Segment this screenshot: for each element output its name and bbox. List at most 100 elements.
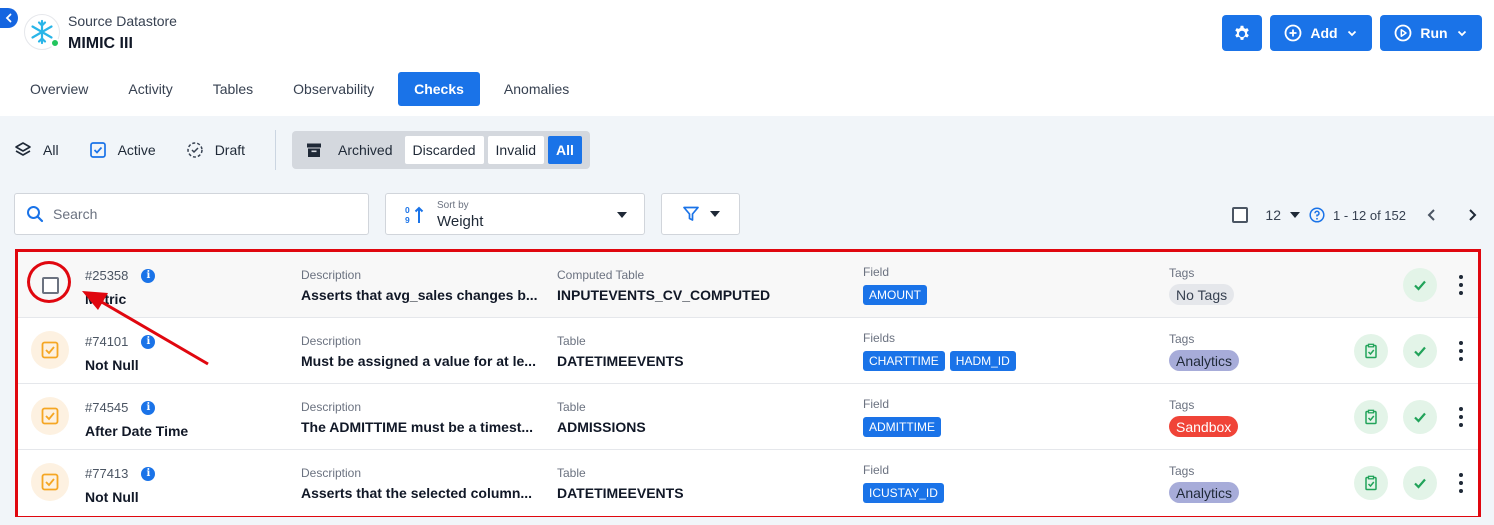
tags-label: Tags bbox=[1169, 464, 1195, 478]
description-label: Description bbox=[301, 400, 362, 414]
activate-button[interactable] bbox=[1354, 334, 1388, 368]
check-row[interactable]: #74101 i Not Null Description Must be as… bbox=[18, 318, 1478, 384]
tags-label: Tags bbox=[1169, 266, 1195, 280]
run-button[interactable]: Run bbox=[1380, 15, 1482, 51]
field-chip: AMOUNT bbox=[863, 285, 927, 305]
tab-anomalies[interactable]: Anomalies bbox=[488, 72, 585, 106]
check-table: DATETIMEEVENTS bbox=[557, 353, 684, 369]
validate-button[interactable] bbox=[1403, 334, 1437, 368]
tag-badge: Analytics bbox=[1169, 350, 1240, 371]
tab-observability[interactable]: Observability bbox=[277, 72, 390, 106]
check-id: #74101 bbox=[85, 334, 129, 349]
draft-check-status bbox=[31, 463, 69, 501]
chevron-left-icon[interactable] bbox=[1424, 207, 1440, 223]
checkbox-checked-icon bbox=[89, 142, 106, 158]
archive-box-icon bbox=[307, 143, 322, 157]
plus-circle-icon bbox=[1284, 24, 1302, 42]
validate-button[interactable] bbox=[1403, 268, 1437, 302]
check-icon bbox=[1414, 478, 1426, 489]
datastore-tabs: Overview Activity Tables Observability C… bbox=[14, 72, 593, 106]
settings-button[interactable] bbox=[1222, 15, 1262, 51]
check-table: DATETIMEEVENTS bbox=[557, 485, 684, 501]
more-options-icon[interactable] bbox=[1456, 407, 1466, 427]
field-label: Field bbox=[863, 265, 890, 279]
check-row[interactable]: #77413 i Not Null Description Asserts th… bbox=[18, 450, 1478, 516]
description-label: Description bbox=[301, 268, 362, 282]
sort-value: Weight bbox=[437, 213, 484, 230]
description-label: Description bbox=[301, 334, 362, 348]
filter-invalid[interactable]: Invalid bbox=[487, 136, 544, 164]
field-chip: ICUSTAY_ID bbox=[863, 483, 944, 503]
dashed-circle-check-icon bbox=[186, 142, 203, 158]
select-all-checkbox[interactable] bbox=[1232, 207, 1249, 223]
check-id-group: #74545 i bbox=[85, 400, 156, 415]
check-id-group: #74101 i bbox=[85, 334, 156, 349]
field-label: Field bbox=[863, 463, 890, 477]
tab-tables[interactable]: Tables bbox=[197, 72, 269, 106]
check-icon bbox=[1414, 346, 1426, 357]
filter-active[interactable]: Active bbox=[89, 141, 156, 159]
collapse-sidebar-button[interactable] bbox=[0, 8, 18, 28]
help-icon[interactable] bbox=[1309, 207, 1325, 223]
check-icon bbox=[1414, 412, 1426, 423]
field-chips: AMOUNT bbox=[863, 285, 927, 305]
add-button[interactable]: Add bbox=[1270, 15, 1372, 51]
activate-button[interactable] bbox=[1354, 400, 1388, 434]
info-icon[interactable]: i bbox=[141, 268, 156, 283]
draft-check-status bbox=[31, 397, 69, 435]
more-options-icon[interactable] bbox=[1456, 341, 1466, 361]
info-icon[interactable]: i bbox=[141, 334, 156, 349]
funnel-icon bbox=[682, 206, 699, 221]
chevron-down-icon bbox=[1457, 30, 1466, 37]
field-chips: ICUSTAY_ID bbox=[863, 483, 944, 503]
table-label: Table bbox=[557, 400, 586, 414]
check-id: #25358 bbox=[85, 268, 129, 283]
table-label: Table bbox=[557, 466, 586, 480]
archived-filter-group: Archived Discarded Invalid All bbox=[292, 131, 590, 169]
more-options-icon[interactable] bbox=[1456, 473, 1466, 493]
search-icon bbox=[27, 206, 44, 223]
chevron-left-icon bbox=[5, 13, 12, 23]
table-label: Table bbox=[557, 334, 586, 348]
check-description: Asserts that the selected column... bbox=[301, 485, 533, 501]
caret-down-icon bbox=[709, 211, 720, 217]
filter-button[interactable] bbox=[661, 193, 740, 235]
check-row[interactable]: #25358 i Metric Description Asserts that… bbox=[18, 252, 1478, 318]
filter-discarded[interactable]: Discarded bbox=[404, 136, 484, 164]
check-row[interactable]: #74545 i After Date Time Description The… bbox=[18, 384, 1478, 450]
tab-checks[interactable]: Checks bbox=[398, 72, 480, 106]
sort-caption: Sort by bbox=[437, 200, 469, 211]
filter-archived-all[interactable]: All bbox=[548, 136, 582, 164]
tab-activity[interactable]: Activity bbox=[112, 72, 188, 106]
tag-badge: Sandbox bbox=[1169, 416, 1239, 437]
check-id: #74545 bbox=[85, 400, 129, 415]
more-options-icon[interactable] bbox=[1456, 275, 1466, 295]
validate-button[interactable] bbox=[1403, 400, 1437, 434]
check-id-group: #25358 i bbox=[85, 268, 156, 283]
chevron-right-icon[interactable] bbox=[1464, 207, 1480, 223]
activate-button[interactable] bbox=[1354, 466, 1388, 500]
filter-all[interactable]: All bbox=[14, 141, 59, 159]
annotation-highlight-circle bbox=[27, 261, 71, 303]
filter-draft-label: Draft bbox=[214, 142, 246, 158]
checks-list: #25358 i Metric Description Asserts that… bbox=[15, 249, 1481, 517]
sort-numeric-icon: 0 9 bbox=[405, 205, 424, 225]
search-input[interactable] bbox=[53, 206, 353, 222]
info-icon[interactable]: i bbox=[141, 466, 156, 481]
tab-overview[interactable]: Overview bbox=[14, 72, 104, 106]
check-type: After Date Time bbox=[85, 423, 189, 439]
sort-dropdown[interactable]: 0 9 Sort by Weight bbox=[385, 193, 645, 235]
filter-draft[interactable]: Draft bbox=[186, 141, 245, 159]
filter-active-label: Active bbox=[117, 142, 156, 158]
filter-divider bbox=[275, 130, 277, 170]
datastore-logo bbox=[24, 14, 60, 50]
run-button-label: Run bbox=[1420, 25, 1448, 41]
filter-archived[interactable]: Archived bbox=[296, 136, 400, 164]
info-icon[interactable]: i bbox=[141, 400, 156, 415]
svg-text:9: 9 bbox=[405, 215, 410, 225]
draft-check-icon bbox=[41, 473, 59, 491]
caret-down-icon[interactable] bbox=[1290, 212, 1300, 218]
page-range-text: 1 - 12 of 152 bbox=[1333, 207, 1406, 223]
validate-button[interactable] bbox=[1403, 466, 1437, 500]
page-size-value[interactable]: 12 bbox=[1265, 207, 1281, 223]
